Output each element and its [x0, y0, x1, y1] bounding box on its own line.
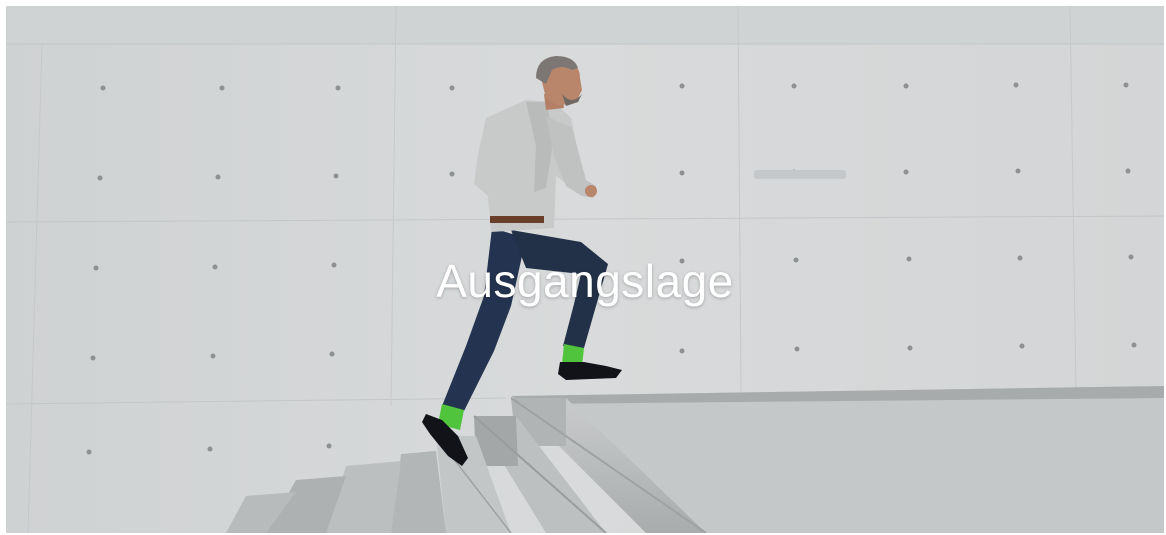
wall-top-band — [6, 6, 1164, 44]
hero-title: Ausgangslage — [436, 255, 734, 307]
wall-stain — [754, 170, 846, 179]
hero-banner: Ausgangslage — [6, 6, 1164, 533]
